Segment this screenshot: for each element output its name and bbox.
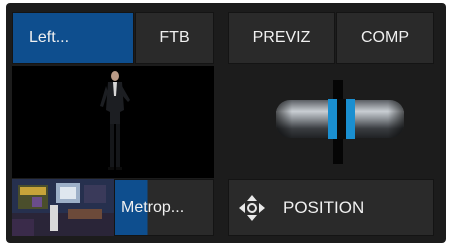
- presenter-figure: [100, 71, 130, 170]
- comp-label: COMP: [361, 29, 409, 46]
- video-preview[interactable]: [12, 66, 214, 178]
- ftb-button[interactable]: FTB: [135, 12, 214, 64]
- position-label: POSITION: [283, 197, 365, 217]
- previz-label: PREVIZ: [252, 29, 311, 46]
- scene-thumbnail[interactable]: [12, 179, 114, 236]
- source-select-button[interactable]: Left...: [12, 12, 134, 64]
- tbar-area[interactable]: [228, 66, 434, 178]
- position-button[interactable]: POSITION: [228, 179, 434, 236]
- source-select-label: Left...: [29, 29, 70, 46]
- scene-thumbnail-image: [12, 179, 114, 236]
- comp-button[interactable]: COMP: [336, 12, 434, 64]
- previz-button[interactable]: PREVIZ: [228, 12, 335, 64]
- metropolis-button[interactable]: Metrop...: [114, 179, 214, 236]
- ftb-label: FTB: [159, 29, 190, 46]
- metropolis-label: Metrop...: [121, 198, 185, 216]
- tbar-slider-icon[interactable]: [228, 66, 434, 178]
- move-arrows-icon: [239, 194, 265, 221]
